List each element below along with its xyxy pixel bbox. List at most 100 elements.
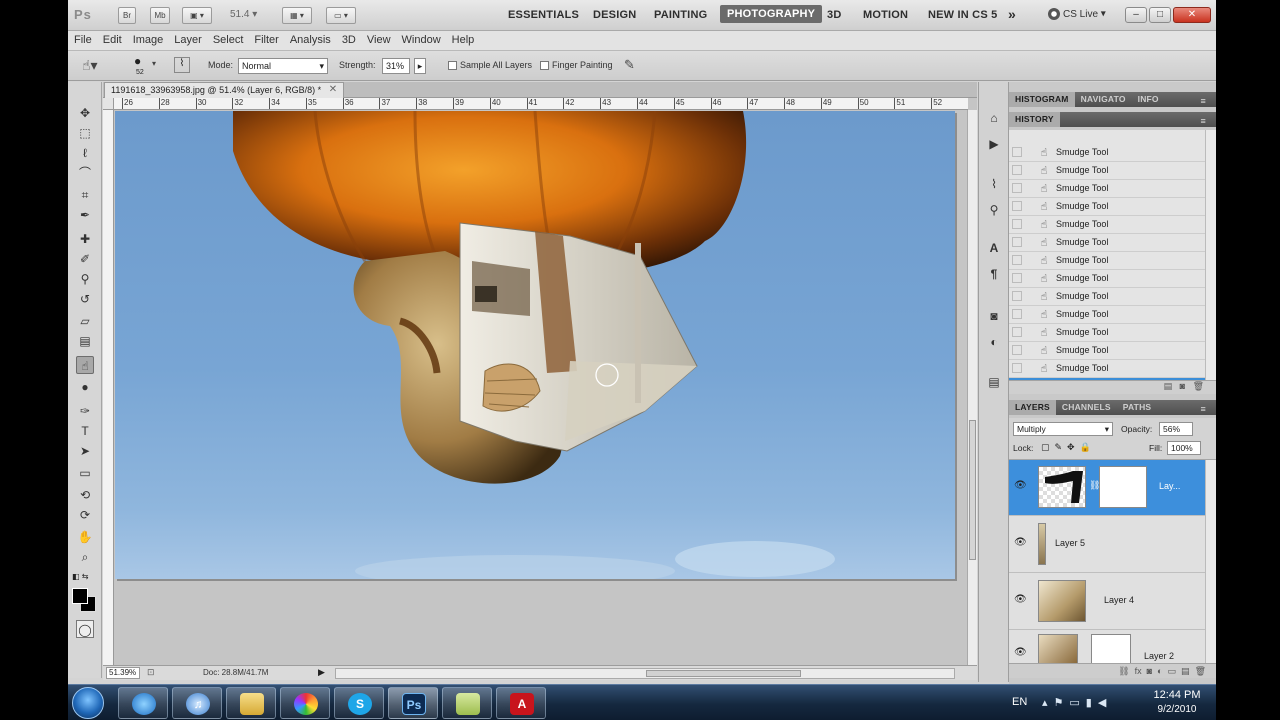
photoshop-app[interactable]: Ps — [388, 687, 438, 719]
paragraph-panel-icon[interactable]: ¶ — [985, 266, 1003, 282]
menu-select[interactable]: Select — [207, 31, 249, 46]
layer-comps-icon[interactable]: ▤ — [985, 374, 1003, 390]
history-source-checkbox[interactable] — [1012, 201, 1022, 211]
history-source-checkbox[interactable] — [1012, 273, 1022, 283]
zoom-tool-icon[interactable]: ⌕ — [76, 548, 94, 566]
history-source-checkbox[interactable] — [1012, 363, 1022, 373]
skype-app[interactable]: S — [334, 687, 384, 719]
history-source-checkbox[interactable] — [1012, 219, 1022, 229]
vertical-scroll-thumb[interactable] — [969, 420, 976, 560]
layer-row-5[interactable]: 👁 Layer 5 — [1009, 517, 1205, 573]
history-source-checkbox[interactable] — [1012, 183, 1022, 193]
horizontal-scrollbar[interactable] — [335, 668, 955, 679]
visibility-eye-icon[interactable]: 👁 — [1014, 594, 1028, 605]
menu-analysis[interactable]: Analysis — [284, 31, 336, 46]
layer-row-4[interactable]: 👁 Layer 4 — [1009, 574, 1205, 630]
history-state-item[interactable]: ☝ Smudge Tool — [1009, 270, 1205, 288]
healing-brush-tool-icon[interactable]: ✚ — [76, 230, 94, 248]
history-source-checkbox[interactable] — [1012, 327, 1022, 337]
tab-info[interactable]: INFO — [1132, 92, 1165, 107]
menu-file[interactable]: File — [68, 31, 97, 46]
path-selection-tool-icon[interactable]: ➤ — [76, 442, 94, 460]
layer-row-6[interactable]: 👁 ⛓ Lay... — [1009, 460, 1205, 516]
clock-time[interactable]: 12:44 PM — [1150, 689, 1204, 701]
history-state-item[interactable]: ☝ Smudge Tool — [1009, 306, 1205, 324]
layer-mask-thumbnail[interactable] — [1091, 634, 1131, 663]
picasa-app[interactable] — [280, 687, 330, 719]
close-button[interactable]: ✕ — [1173, 7, 1211, 23]
default-colors-icon[interactable]: ◧ ⇆ — [72, 572, 88, 581]
menu-filter[interactable]: Filter — [248, 31, 283, 46]
start-button[interactable] — [72, 687, 104, 719]
hand-tool-icon[interactable]: ✋ — [76, 528, 94, 546]
status-options-icon[interactable]: ⊡ — [147, 667, 155, 678]
bridge-button[interactable]: Br — [118, 7, 136, 24]
tab-layers[interactable]: LAYERS — [1009, 400, 1056, 415]
tablet-pressure-icon[interactable]: ✎ — [624, 57, 642, 75]
strength-input[interactable]: 31% — [382, 58, 410, 74]
character-panel-icon[interactable]: A — [985, 240, 1003, 256]
menu-edit[interactable]: Edit — [97, 31, 127, 46]
strength-slider-toggle[interactable]: ▸ — [414, 58, 426, 74]
zoom-field[interactable]: 51.39% — [106, 667, 140, 679]
history-menu-icon[interactable]: ≡ — [1195, 114, 1212, 129]
history-panel-icon[interactable]: ⌂ — [985, 110, 1003, 126]
cs-live-button[interactable]: CS Live ▾ — [1048, 8, 1106, 20]
quick-mask-icon[interactable]: ◯ — [76, 620, 94, 638]
new-layer-icon[interactable]: ▤ — [1181, 666, 1190, 676]
adjustments-panel-icon[interactable]: ◐ — [985, 334, 1003, 350]
history-source-checkbox[interactable] — [1012, 165, 1022, 175]
tab-channels[interactable]: CHANNELS — [1056, 400, 1117, 415]
lock-options-icon[interactable]: ▢✎✥🔒 — [1041, 442, 1096, 453]
maximize-button[interactable]: □ — [1149, 7, 1171, 23]
visibility-eye-icon[interactable]: 👁 — [1014, 647, 1028, 658]
smudge-tool-preset-icon[interactable]: ☝▾ — [82, 57, 106, 75]
brush-picker-arrow-icon[interactable]: ▾ — [152, 59, 156, 68]
layer-mask-thumbnail[interactable] — [1099, 466, 1147, 508]
workspace-3d[interactable]: 3D — [827, 9, 841, 21]
mini-bridge-button[interactable]: Mb — [150, 7, 170, 24]
smudge-tool-icon[interactable]: ☝ — [76, 356, 94, 374]
horizontal-scroll-thumb[interactable] — [646, 670, 801, 677]
brush-presets-icon[interactable]: ⌇ — [985, 176, 1003, 192]
zoom-level-select[interactable]: 51.4 ▾ — [230, 9, 257, 20]
brush-panel-toggle-icon[interactable]: ⌇ — [174, 57, 190, 73]
brush-preview-icon[interactable]: ● — [134, 54, 148, 68]
mode-select[interactable]: Normal ▾ — [238, 58, 328, 74]
language-indicator[interactable]: EN — [1012, 696, 1027, 708]
brush-tool-icon[interactable]: ✐ — [76, 250, 94, 268]
menu-help[interactable]: Help — [446, 31, 480, 46]
pen-tool-icon[interactable]: ✑ — [76, 402, 94, 420]
dodge-tool-icon[interactable]: ● — [76, 378, 94, 396]
workspace-design[interactable]: DESIGN — [593, 9, 636, 21]
history-state-item[interactable]: ☝ Smudge Tool — [1009, 288, 1205, 306]
history-state-item[interactable]: ☝ Smudge Tool — [1009, 342, 1205, 360]
workspace-painting[interactable]: PAINTING — [654, 9, 707, 21]
history-source-checkbox[interactable] — [1012, 147, 1022, 157]
marquee-tool-icon[interactable]: ⬚ — [76, 124, 94, 142]
tab-paths[interactable]: PATHS — [1117, 400, 1158, 415]
vertical-ruler[interactable] — [103, 110, 114, 665]
delete-layer-icon[interactable]: 🗑 — [1195, 666, 1206, 676]
ie-app[interactable] — [118, 687, 168, 719]
layers-menu-icon[interactable]: ≡ — [1195, 402, 1212, 417]
new-snapshot-icon[interactable]: ◙ — [1180, 381, 1185, 391]
layers-scrollbar[interactable] — [1205, 460, 1216, 663]
tab-histogram[interactable]: HISTOGRAM — [1009, 92, 1075, 107]
history-brush-tool-icon[interactable]: ↺ — [76, 290, 94, 308]
type-tool-icon[interactable]: T — [76, 422, 94, 440]
horizontal-ruler[interactable]: 26 28 30 32 34 35 36 37 38 39 40 41 42 43 44 45 46 47 48 49… — [114, 98, 968, 110]
document-tab[interactable]: 1191618_33963958.jpg @ 51.4% (Layer 6, R… — [104, 82, 345, 98]
layer-row-2[interactable]: 👁 Layer 2 — [1009, 631, 1205, 663]
history-source-checkbox[interactable] — [1012, 255, 1022, 265]
masks-panel-icon[interactable]: ◙ — [985, 308, 1003, 324]
tab-history[interactable]: HISTORY — [1009, 112, 1060, 127]
view-extras-button[interactable]: ▣ ▾ — [182, 7, 212, 24]
arrange-documents-button[interactable]: ▦ ▾ — [282, 7, 312, 24]
opacity-input[interactable]: 56% — [1159, 422, 1193, 436]
link-layers-icon[interactable]: ⛓ — [1118, 666, 1129, 676]
new-group-icon[interactable]: ▭ — [1168, 666, 1177, 676]
blend-mode-select[interactable]: Multiply ▾ — [1013, 422, 1113, 436]
workspace-essentials[interactable]: ESSENTIALS — [508, 9, 579, 21]
history-state-item[interactable]: ☝ Smudge Tool — [1009, 180, 1205, 198]
